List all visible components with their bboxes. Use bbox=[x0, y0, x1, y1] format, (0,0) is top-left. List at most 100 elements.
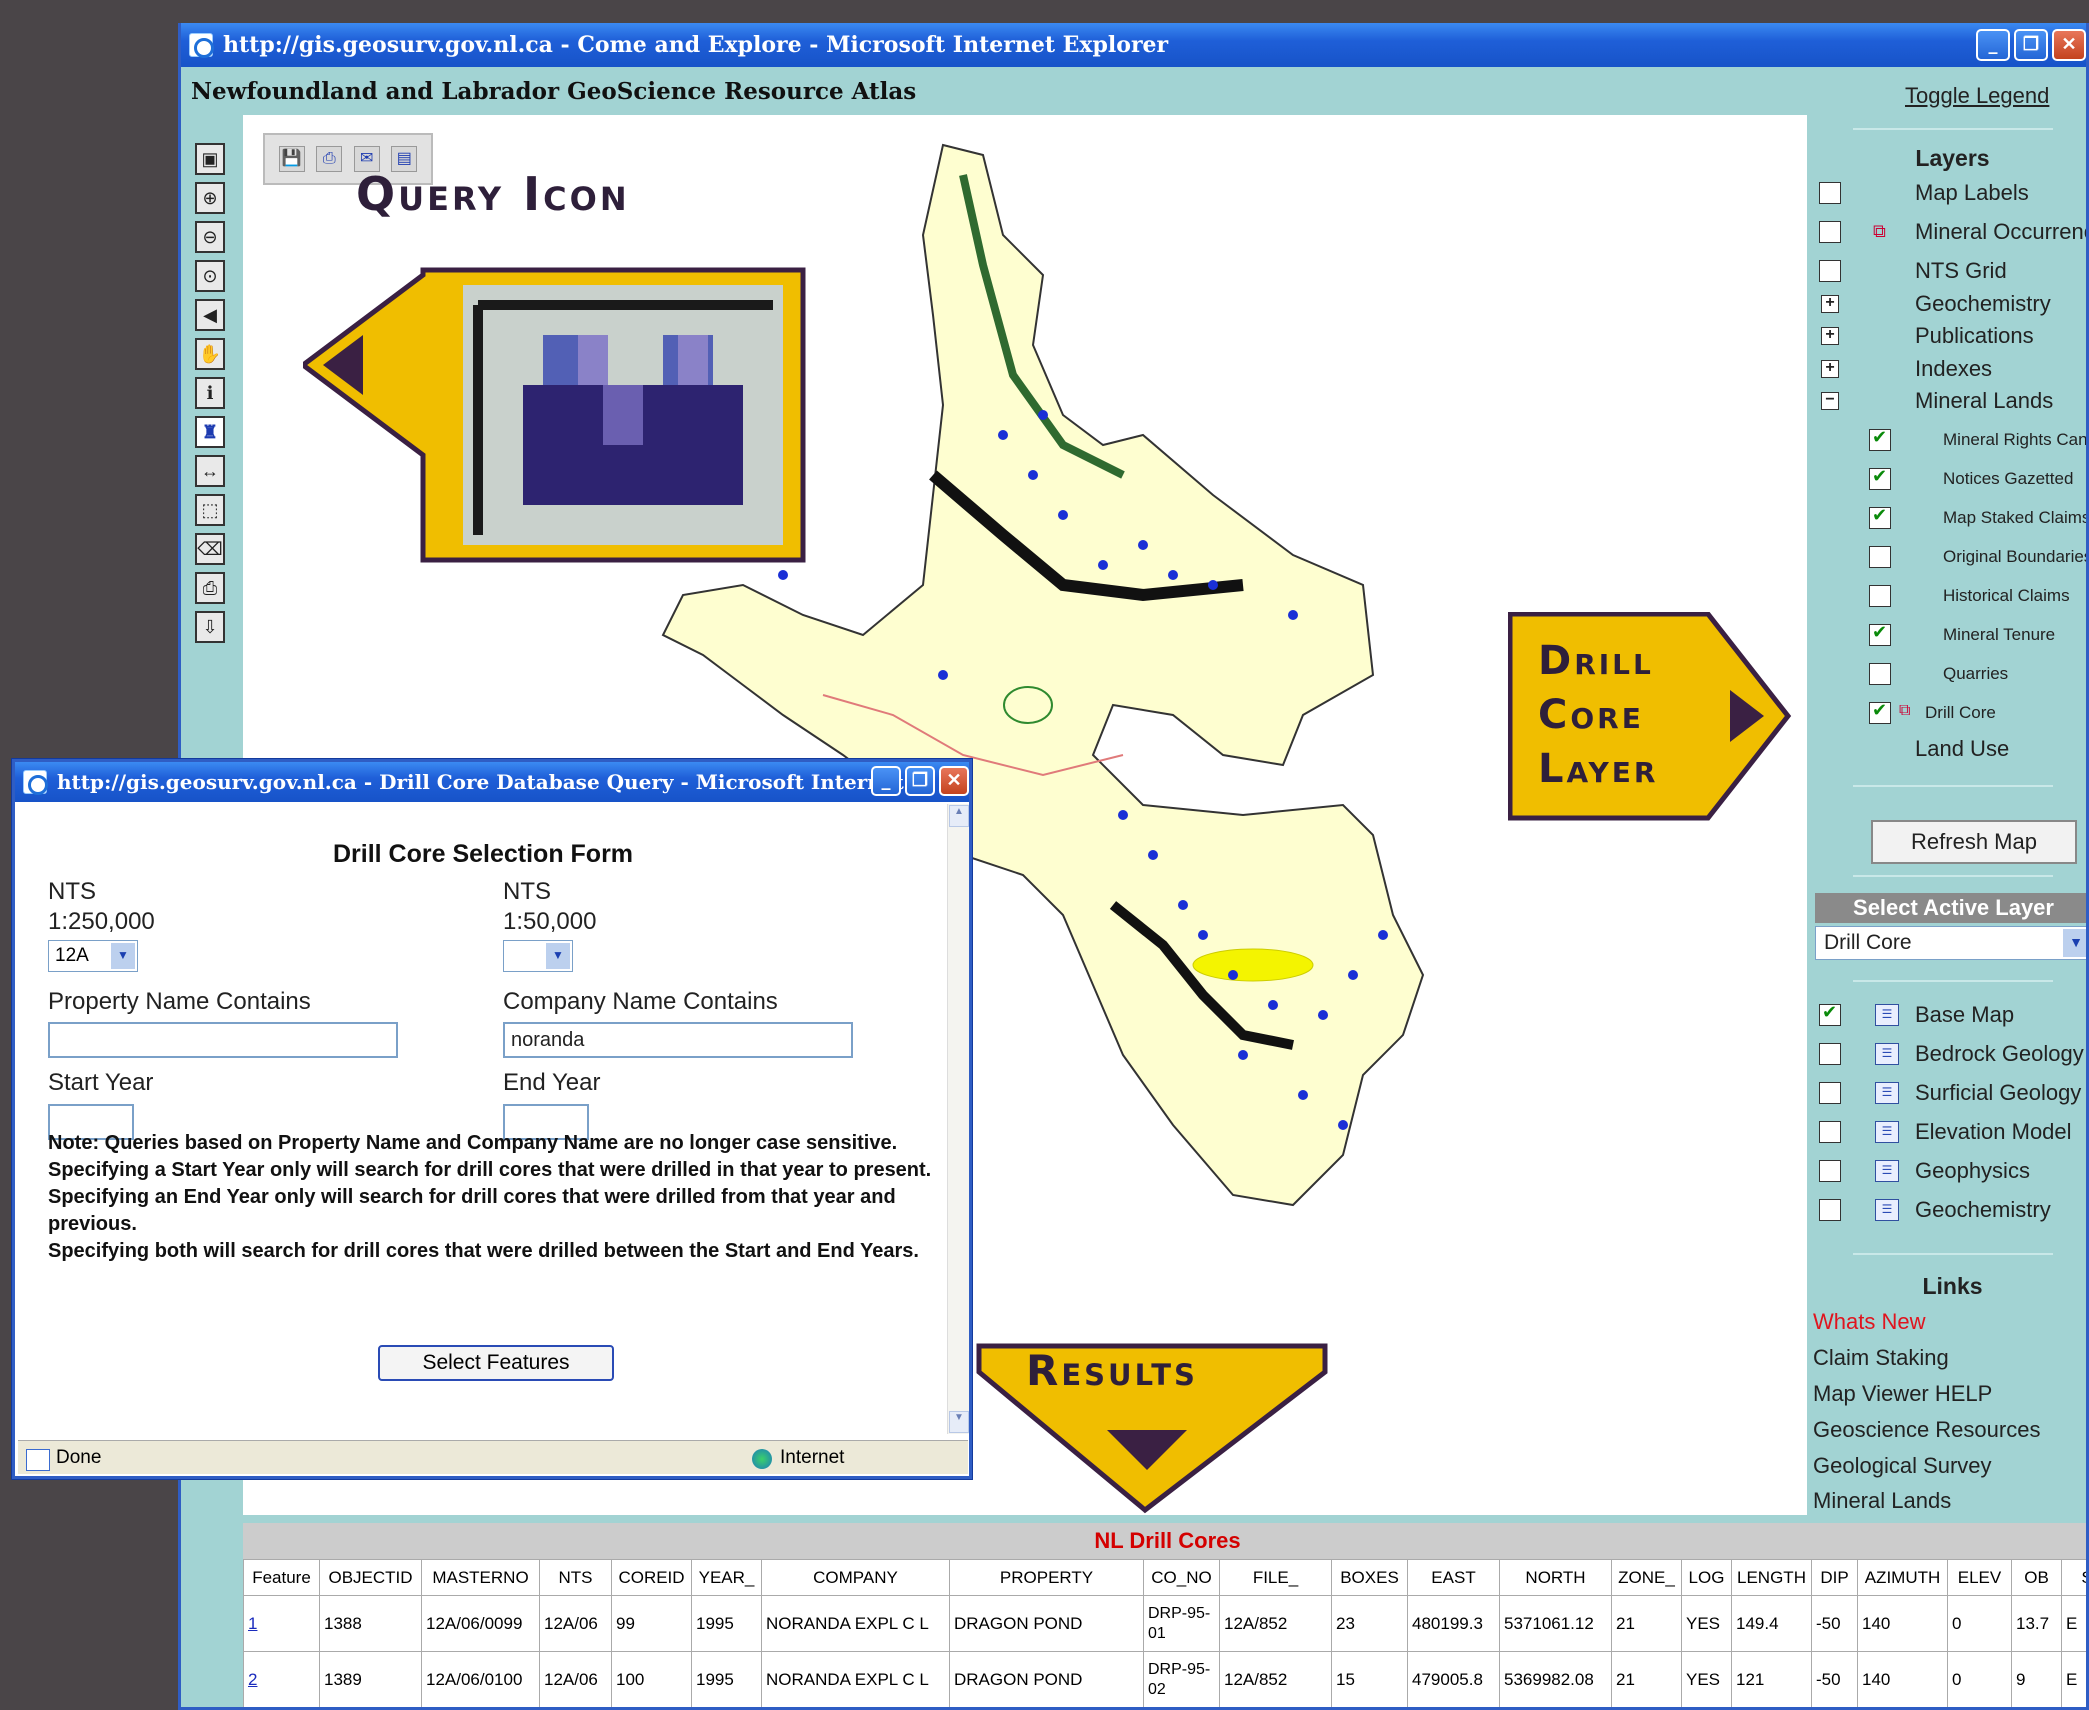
toggle-legend-link[interactable]: Toggle Legend bbox=[1905, 83, 2049, 109]
base-layer-checkbox[interactable] bbox=[1819, 1199, 1841, 1221]
sublayer-checkbox[interactable] bbox=[1869, 466, 1891, 490]
base-layer-checkbox[interactable] bbox=[1819, 1121, 1841, 1143]
column-header[interactable]: BOXES bbox=[1331, 1559, 1408, 1596]
legend-icon[interactable]: ☰ bbox=[1875, 1121, 1899, 1143]
expand-icon[interactable]: + bbox=[1821, 360, 1839, 378]
print-icon[interactable]: ⎙ bbox=[195, 572, 225, 604]
column-header[interactable]: DIP bbox=[1811, 1559, 1858, 1596]
select-rectangle-icon[interactable]: ⬚ bbox=[195, 494, 225, 526]
link-whats-new[interactable]: Whats New bbox=[1813, 1309, 1925, 1335]
column-header[interactable]: OB bbox=[2011, 1559, 2062, 1596]
column-header[interactable]: EAST bbox=[1407, 1559, 1500, 1596]
legend-icon[interactable]: ☰ bbox=[1875, 1004, 1899, 1026]
nts250-scale-label: 1:250,000 bbox=[48, 908, 155, 935]
main-title-bar[interactable]: http://gis.geosurv.gov.nl.ca - Come and … bbox=[181, 23, 2086, 67]
collapse-icon[interactable]: − bbox=[1821, 392, 1839, 410]
refresh-map-button[interactable]: Refresh Map bbox=[1871, 820, 2077, 864]
select-active-layer-heading: Select Active Layer bbox=[1815, 893, 2086, 923]
column-header[interactable]: CO_NO bbox=[1143, 1559, 1220, 1596]
scroll-up-icon[interactable]: ▲ bbox=[949, 805, 969, 827]
link-mineral-lands[interactable]: Mineral Lands bbox=[1813, 1488, 1951, 1514]
popup-close-button[interactable]: ✕ bbox=[939, 766, 969, 796]
link-claim-staking[interactable]: Claim Staking bbox=[1813, 1345, 1949, 1371]
expand-icon[interactable]: + bbox=[1821, 295, 1839, 313]
sublayer-checkbox[interactable] bbox=[1869, 546, 1891, 568]
sublayer-checkbox[interactable] bbox=[1869, 700, 1891, 724]
legend-icon[interactable]: ☰ bbox=[1875, 1160, 1899, 1182]
company-name-input[interactable]: noranda bbox=[503, 1022, 853, 1058]
base-layer-checkbox[interactable] bbox=[1819, 1082, 1841, 1104]
base-layer-checkbox[interactable] bbox=[1819, 1043, 1841, 1065]
sublayer-checkbox[interactable] bbox=[1869, 505, 1891, 529]
popup-window-title: http://gis.geosurv.gov.nl.ca - Drill Cor… bbox=[57, 770, 904, 794]
nts50-select[interactable]: ▼ bbox=[503, 940, 573, 972]
feature-link[interactable]: 1 bbox=[248, 1614, 257, 1633]
layer-checkbox[interactable] bbox=[1819, 182, 1841, 204]
table-cell: 1388 bbox=[319, 1595, 422, 1652]
column-header[interactable]: COREID bbox=[611, 1559, 692, 1596]
layer-label: NTS Grid bbox=[1915, 258, 2007, 283]
app-header: Newfoundland and Labrador GeoScience Res… bbox=[191, 78, 917, 105]
column-header[interactable]: ZONE_ bbox=[1611, 1559, 1682, 1596]
column-header[interactable]: OBJECTID bbox=[319, 1559, 422, 1596]
column-header[interactable]: AZIMUTH bbox=[1857, 1559, 1948, 1596]
sublayer-checkbox[interactable] bbox=[1869, 622, 1891, 646]
column-header[interactable]: YEAR_ bbox=[691, 1559, 762, 1596]
base-layer-checkbox[interactable] bbox=[1819, 1160, 1841, 1182]
base-layer-checkbox[interactable] bbox=[1819, 1002, 1841, 1026]
zoom-extent-icon[interactable]: ⊙ bbox=[195, 260, 225, 292]
full-extent-icon[interactable]: ▣ bbox=[195, 143, 225, 175]
pan-hand-icon[interactable]: ✋ bbox=[195, 338, 225, 370]
column-header[interactable]: LOG bbox=[1681, 1559, 1732, 1596]
zoom-out-icon[interactable]: ⊖ bbox=[195, 221, 225, 253]
column-header[interactable]: ELEV bbox=[1947, 1559, 2012, 1596]
legend-icon[interactable]: ☰ bbox=[1875, 1043, 1899, 1065]
popup-scrollbar[interactable]: ▲ ▼ bbox=[947, 804, 969, 1434]
identify-info-icon[interactable]: ℹ bbox=[195, 377, 225, 409]
link-geoscience-resources[interactable]: Geoscience Resources bbox=[1813, 1417, 2040, 1443]
legend-icon[interactable]: ☰ bbox=[1875, 1082, 1899, 1104]
column-header[interactable]: PROPERTY bbox=[949, 1559, 1144, 1596]
table-cell: 100 bbox=[611, 1651, 692, 1707]
callout-line: Layer bbox=[1538, 746, 1659, 792]
popup-title-bar[interactable]: http://gis.geosurv.gov.nl.ca - Drill Cor… bbox=[15, 762, 969, 802]
zoom-in-icon[interactable]: ⊕ bbox=[195, 182, 225, 214]
popup-maximize-button[interactable]: ❐ bbox=[905, 766, 935, 796]
table-cell: 13.7 bbox=[2011, 1595, 2062, 1652]
close-button[interactable]: ✕ bbox=[2052, 29, 2086, 61]
column-header[interactable]: NORTH bbox=[1499, 1559, 1612, 1596]
scroll-down-icon[interactable]: ▼ bbox=[949, 1411, 969, 1433]
active-layer-select[interactable]: Drill Core ▼ bbox=[1815, 926, 2086, 960]
link-geological-survey[interactable]: Geological Survey bbox=[1813, 1453, 1992, 1479]
sublayer-checkbox[interactable] bbox=[1869, 585, 1891, 607]
select-features-button[interactable]: Select Features bbox=[378, 1345, 614, 1381]
popup-minimize-button[interactable]: _ bbox=[871, 766, 901, 796]
expand-icon[interactable]: + bbox=[1821, 327, 1839, 345]
column-header[interactable]: LENGTH bbox=[1731, 1559, 1812, 1596]
sublayer-checkbox[interactable] bbox=[1869, 663, 1891, 685]
back-icon[interactable]: ◀ bbox=[195, 299, 225, 331]
start-year-label: Start Year bbox=[48, 1069, 154, 1096]
column-header[interactable]: COMPANY bbox=[761, 1559, 950, 1596]
measure-icon[interactable]: ↔ bbox=[195, 455, 225, 487]
column-header[interactable]: Feature bbox=[243, 1559, 320, 1596]
minimize-button[interactable]: _ bbox=[1976, 29, 2010, 61]
column-header[interactable]: MASTERNO bbox=[421, 1559, 540, 1596]
property-name-input[interactable] bbox=[48, 1022, 398, 1058]
column-header[interactable]: S bbox=[2061, 1559, 2086, 1596]
layer-checkbox[interactable] bbox=[1819, 260, 1841, 282]
clear-eraser-icon[interactable]: ⌫ bbox=[195, 533, 225, 565]
link-map-viewer-help[interactable]: Map Viewer HELP bbox=[1813, 1381, 1992, 1407]
sublayer-row: Historical Claims bbox=[1813, 581, 2086, 611]
query-binoculars-icon[interactable]: ♜ bbox=[195, 416, 225, 448]
nts250-select[interactable]: 12A ▼ bbox=[48, 940, 138, 972]
column-header[interactable]: FILE_ bbox=[1219, 1559, 1332, 1596]
column-header[interactable]: NTS bbox=[539, 1559, 612, 1596]
base-layer-label: Elevation Model bbox=[1915, 1119, 2072, 1144]
feature-link[interactable]: 2 bbox=[248, 1670, 257, 1689]
sublayer-checkbox[interactable] bbox=[1869, 427, 1891, 451]
maximize-button[interactable]: ❐ bbox=[2014, 29, 2048, 61]
legend-icon[interactable]: ☰ bbox=[1875, 1199, 1899, 1221]
layer-checkbox[interactable] bbox=[1819, 221, 1841, 243]
download-icon[interactable]: ⇩ bbox=[195, 611, 225, 643]
